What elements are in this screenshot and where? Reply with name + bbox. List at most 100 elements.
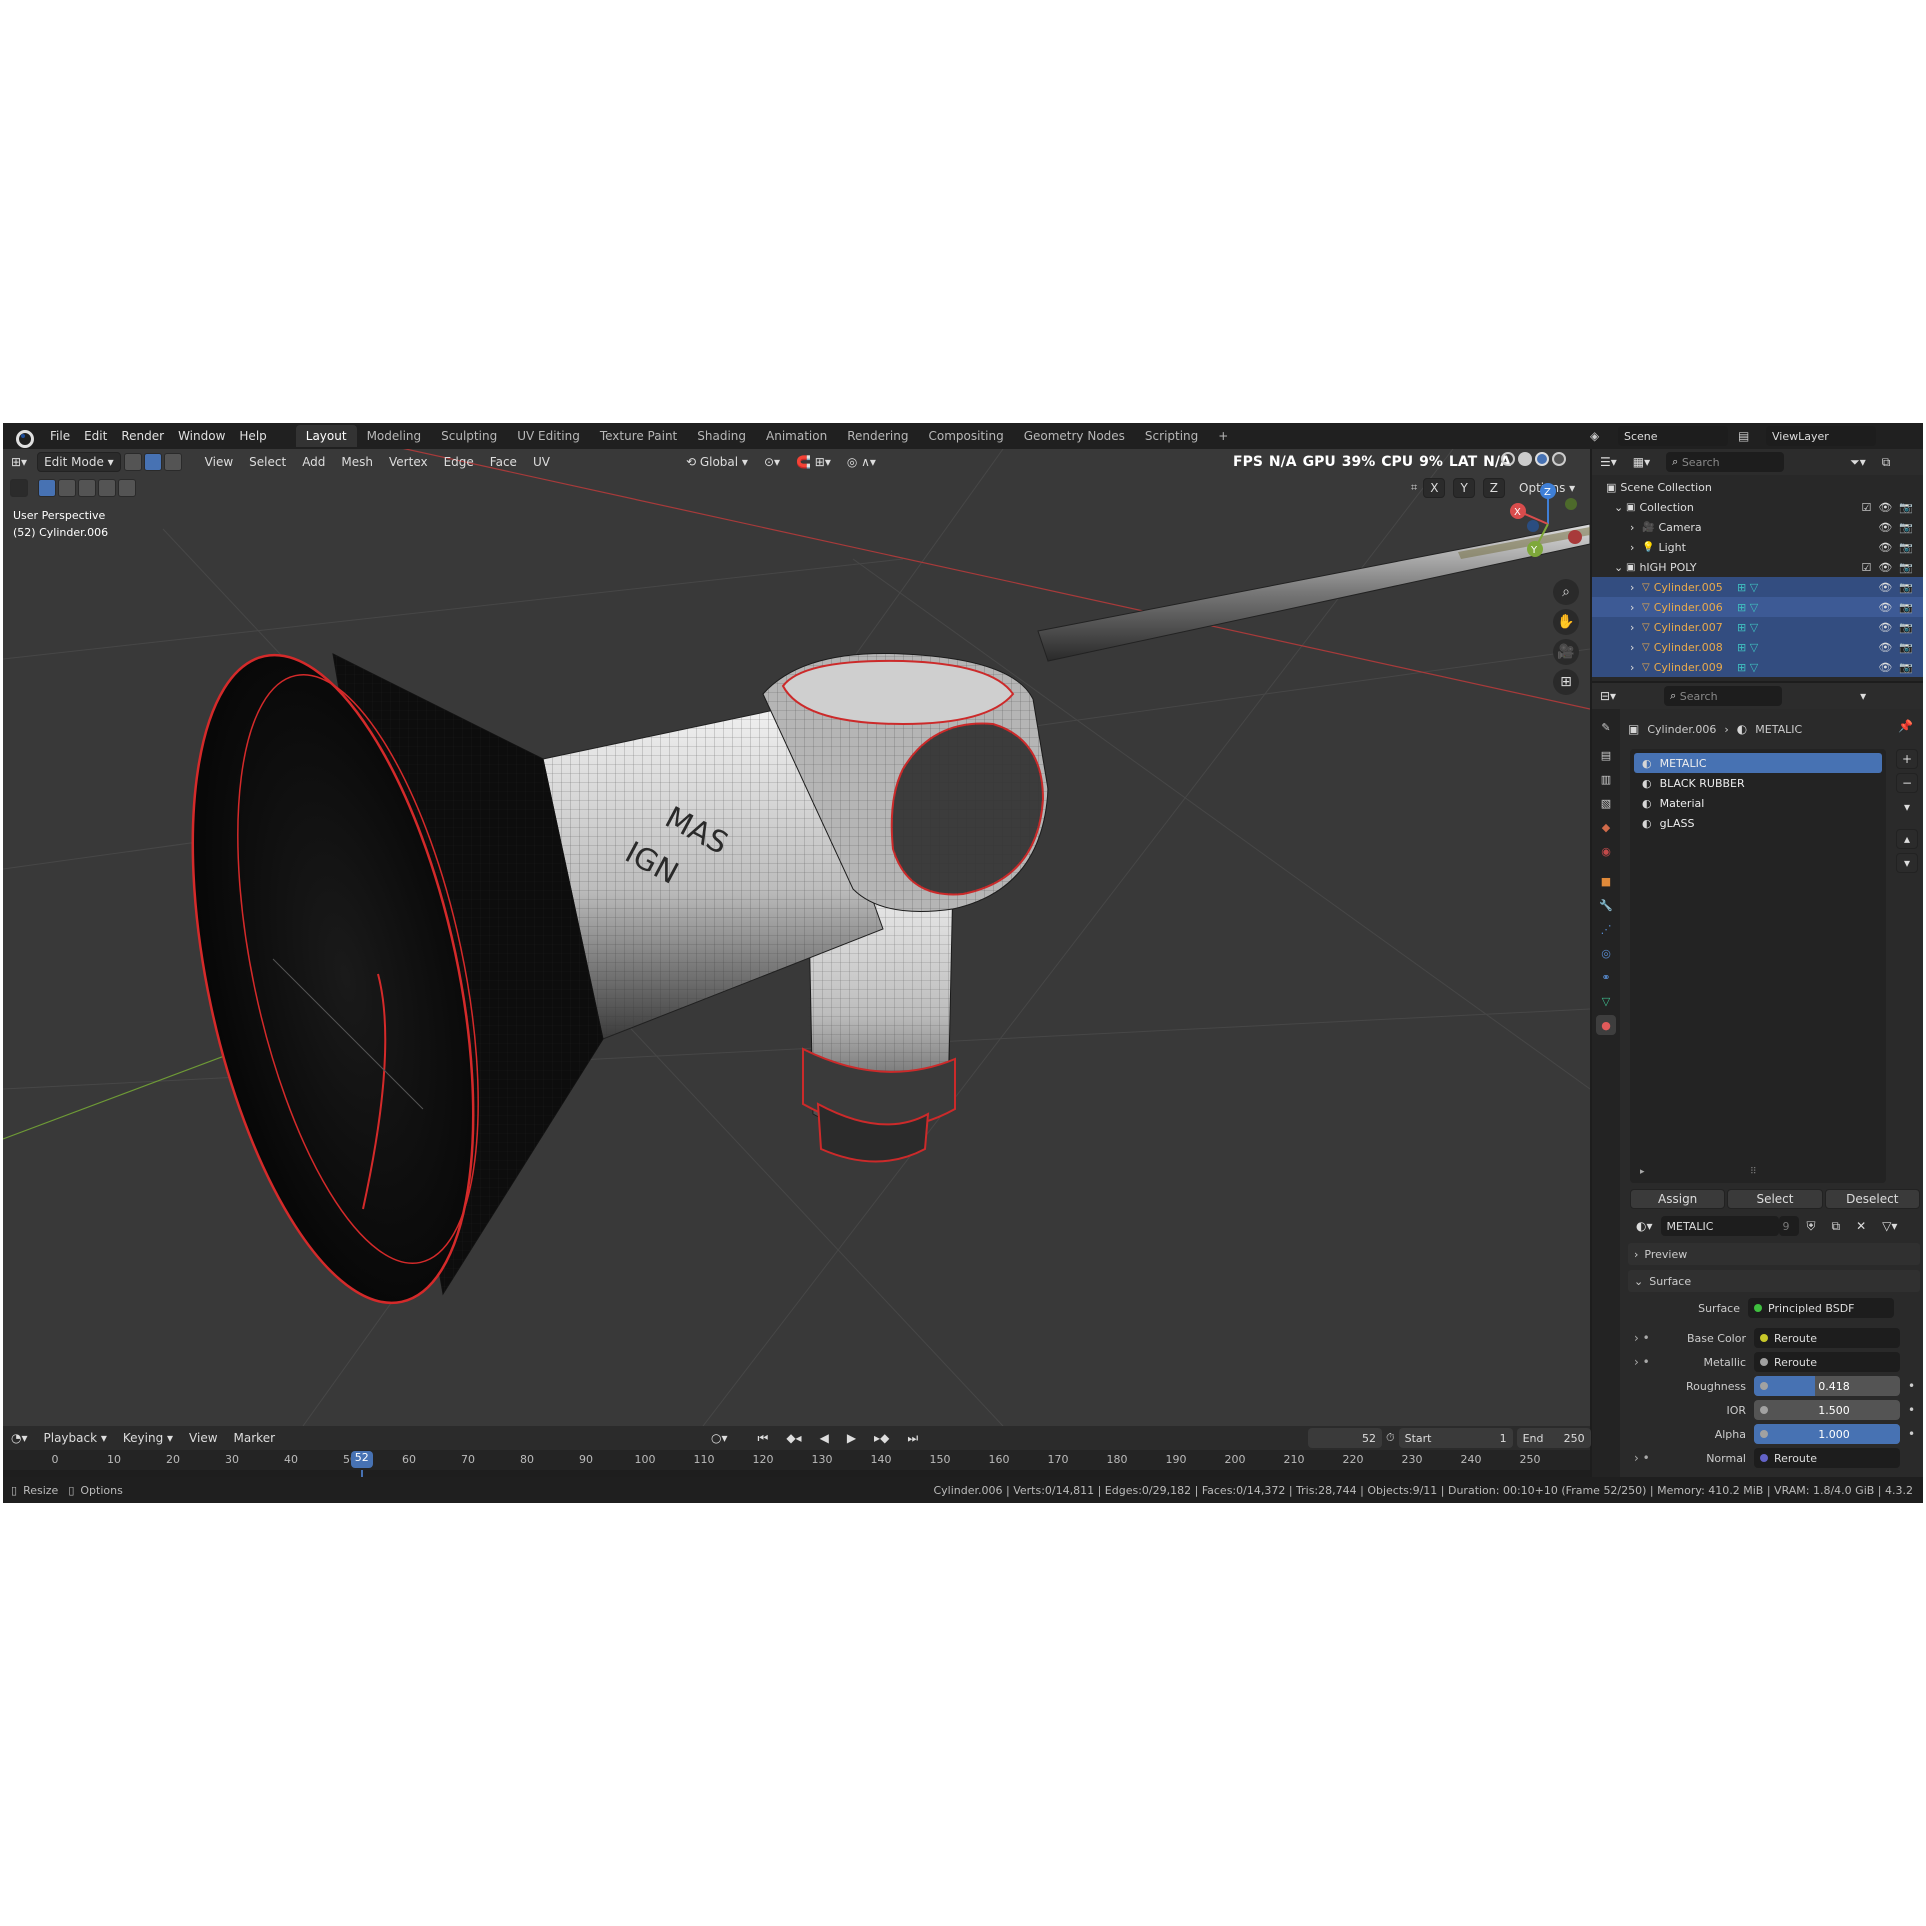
add-workspace-button[interactable]: +: [1208, 425, 1238, 447]
tab-layout[interactable]: Layout: [295, 425, 357, 447]
menu-file[interactable]: File: [43, 429, 77, 443]
keyframe-dot-icon[interactable]: •: [1908, 1427, 1915, 1441]
mode-selector[interactable]: Edit Mode ▾: [37, 452, 121, 472]
tab-rendering[interactable]: Rendering: [837, 425, 918, 447]
list-resize-handle[interactable]: ⠿: [1750, 1167, 1757, 1177]
eye-icon[interactable]: 👁: [1878, 501, 1892, 514]
render-tab-icon[interactable]: ▤: [1596, 745, 1616, 765]
outliner-row[interactable]: › ▽ Cylinder.008 ⊞ ▽ 👁 📷: [1592, 637, 1923, 657]
start-frame-field[interactable]: Start 1: [1398, 1428, 1513, 1448]
select-button[interactable]: Select: [1727, 1189, 1823, 1209]
eye-icon[interactable]: 👁: [1878, 581, 1892, 594]
particles-tab-icon[interactable]: ⋰: [1596, 919, 1616, 939]
render-camera-icon[interactable]: 📷: [1899, 541, 1913, 554]
exclude-checkbox[interactable]: ☑: [1861, 501, 1871, 514]
proportional-edit-icon[interactable]: ◎ ∧▾: [841, 452, 882, 472]
remove-slot-icon[interactable]: −: [1896, 773, 1918, 793]
expand-chevron-icon[interactable]: ›: [1630, 601, 1642, 614]
outliner-row[interactable]: ⌄ ▣ Collection ☑ 👁 📷: [1592, 497, 1923, 517]
timeline-view-menu[interactable]: View: [183, 1428, 223, 1448]
input-expand-chevron-icon[interactable]: › •: [1634, 1451, 1668, 1465]
output-tab-icon[interactable]: ▥: [1596, 769, 1616, 789]
material-slot-item[interactable]: ◐ BLACK RUBBER: [1634, 773, 1882, 793]
pin-icon[interactable]: 📌: [1898, 719, 1913, 733]
keyframe-dot-icon[interactable]: •: [1908, 1379, 1915, 1393]
object-tab-icon[interactable]: ■: [1596, 871, 1616, 891]
render-camera-icon[interactable]: 📷: [1899, 501, 1913, 514]
new-collection-icon[interactable]: ⧉: [1876, 452, 1897, 472]
mirror-z-button[interactable]: Z: [1482, 478, 1506, 498]
mesh-data-icon[interactable]: ⊞ ▽: [1737, 601, 1758, 614]
eye-icon[interactable]: 👁: [1878, 601, 1892, 614]
collapse-chevron-icon[interactable]: ⌄: [1614, 501, 1626, 514]
constraint-tab-icon[interactable]: ⚭: [1596, 967, 1616, 987]
outliner-row[interactable]: › ▽ Cylinder.005 ⊞ ▽ 👁 📷: [1592, 577, 1923, 597]
navigation-gizmo[interactable]: Z X Y: [1503, 479, 1590, 559]
tab-compositing[interactable]: Compositing: [918, 425, 1013, 447]
menu-edge[interactable]: Edge: [438, 452, 480, 472]
editor-type-icon[interactable]: ⊞▾: [5, 452, 33, 472]
pan-hand-icon[interactable]: ✋: [1553, 609, 1579, 635]
tab-shading[interactable]: Shading: [687, 425, 756, 447]
preview-range-icon[interactable]: ⏱: [1386, 1431, 1395, 1445]
outliner-editor-icon[interactable]: ☰▾: [1594, 452, 1623, 472]
scene-selector[interactable]: Scene: [1618, 426, 1728, 446]
menu-render[interactable]: Render: [114, 429, 171, 443]
tool-tab-icon[interactable]: ✎: [1596, 717, 1616, 737]
outliner-row[interactable]: › 🎥 Camera 👁 📷: [1592, 517, 1923, 537]
render-camera-icon[interactable]: 📷: [1899, 581, 1913, 594]
assign-button[interactable]: Assign: [1630, 1189, 1726, 1209]
keyframe-dot-icon[interactable]: •: [1908, 1403, 1915, 1417]
blender-logo-icon[interactable]: [13, 429, 34, 448]
play-icon[interactable]: ▶: [841, 1428, 862, 1448]
expand-chevron-icon[interactable]: ›: [1630, 621, 1642, 634]
camera-view-icon[interactable]: 🎥: [1553, 639, 1579, 665]
deselect-button[interactable]: Deselect: [1824, 1189, 1920, 1209]
mirror-icon[interactable]: ⌗: [1411, 481, 1417, 495]
move-slot-down-icon[interactable]: ▾: [1896, 853, 1918, 873]
eye-icon[interactable]: 👁: [1878, 641, 1892, 654]
menu-vertex[interactable]: Vertex: [383, 452, 434, 472]
render-camera-icon[interactable]: 📷: [1899, 561, 1913, 574]
material-slot-item[interactable]: ◐ METALIC: [1634, 753, 1882, 773]
menu-select[interactable]: Select: [243, 452, 292, 472]
menu-edit[interactable]: Edit: [77, 429, 114, 443]
properties-options-icon[interactable]: ▾: [1854, 686, 1872, 706]
render-camera-icon[interactable]: 📷: [1899, 641, 1913, 654]
select-new-icon[interactable]: [38, 479, 56, 497]
playhead[interactable]: 52: [350, 1451, 373, 1468]
mesh-data-icon[interactable]: ⊞ ▽: [1737, 641, 1758, 654]
select-extend-icon[interactable]: [58, 479, 76, 497]
filter-icon[interactable]: ⏷▾: [1844, 452, 1872, 472]
solid-shading-icon[interactable]: [1518, 452, 1532, 466]
input-expand-chevron-icon[interactable]: › •: [1634, 1355, 1668, 1369]
jump-end-icon[interactable]: ⏭: [901, 1428, 924, 1448]
expand-chevron-icon[interactable]: ›: [1630, 641, 1642, 654]
menu-help[interactable]: Help: [232, 429, 273, 443]
tab-texture-paint[interactable]: Texture Paint: [590, 425, 687, 447]
timeline-editor-icon[interactable]: ◔▾: [5, 1428, 34, 1448]
frame-ruler[interactable]: 0102030405060708090100110120130140150160…: [3, 1450, 1590, 1470]
next-keyframe-icon[interactable]: ▸◆: [868, 1428, 895, 1448]
eye-icon[interactable]: 👁: [1878, 661, 1892, 674]
outliner-row[interactable]: › ▽ Cylinder.009 ⊞ ▽ 👁 📷: [1592, 657, 1923, 677]
scene-tab-icon[interactable]: ◆: [1596, 817, 1616, 837]
3d-viewport[interactable]: MAS IGN ⊞▾ Edit Mode ▾ View Select Add M…: [3, 449, 1590, 1426]
menu-window[interactable]: Window: [171, 429, 232, 443]
browse-material-icon[interactable]: ◐▾: [1630, 1216, 1659, 1236]
exclude-checkbox[interactable]: ☑: [1861, 561, 1871, 574]
menu-add[interactable]: Add: [296, 452, 331, 472]
outliner-row[interactable]: › ▽ Cylinder.007 ⊞ ▽ 👁 📷: [1592, 617, 1923, 637]
shader-input-field[interactable]: 1.000: [1754, 1424, 1900, 1444]
eye-icon[interactable]: 👁: [1878, 541, 1892, 554]
input-expand-chevron-icon[interactable]: › •: [1634, 1331, 1668, 1345]
playback-menu[interactable]: Playback ▾: [38, 1428, 113, 1448]
world-tab-icon[interactable]: ◉: [1596, 841, 1616, 861]
outliner-row[interactable]: ⌄ ▣ hIGH POLY ☑ 👁 📷: [1592, 557, 1923, 577]
modifier-tab-icon[interactable]: 🔧: [1596, 895, 1616, 915]
expand-chevron-icon[interactable]: ›: [1630, 581, 1642, 594]
end-frame-field[interactable]: End 250: [1516, 1428, 1591, 1448]
current-frame-field[interactable]: 52: [1308, 1428, 1382, 1448]
select-tool-icon[interactable]: [10, 479, 28, 497]
mesh-data-icon[interactable]: ⊞ ▽: [1737, 621, 1758, 634]
